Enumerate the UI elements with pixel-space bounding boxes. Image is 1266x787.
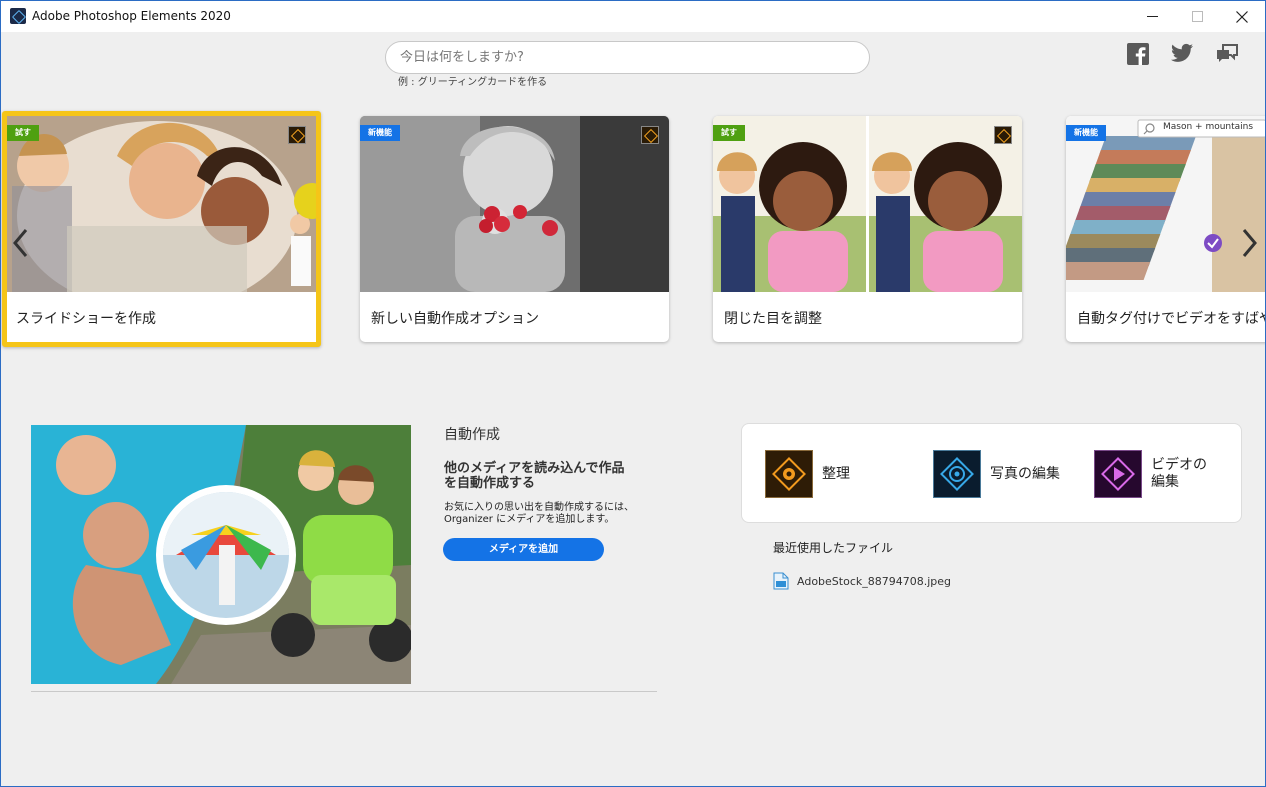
carousel-card-closed-eyes[interactable]: 試す 閉じた目を調整 — [713, 116, 1022, 342]
photo-editor-mini-icon — [641, 126, 659, 144]
card-label: 自動タグ付けでビデオをすばやく検 — [1077, 311, 1265, 327]
tag-search-text: Mason + mountains — [1163, 122, 1254, 132]
recent-file-item[interactable]: AdobeStock_88794708.jpeg — [773, 572, 951, 590]
feedback-icon[interactable] — [1215, 43, 1239, 67]
video-editor-label: ビデオの編集 — [1151, 457, 1207, 490]
section-divider — [31, 691, 657, 692]
title-bar: Adobe Photoshop Elements 2020 — [1, 1, 1265, 32]
maximize-icon — [1191, 11, 1203, 22]
photo-editor-label: 写真の編集 — [990, 465, 1060, 482]
card-thumbnail — [7, 116, 316, 292]
app-launcher-panel: 整理 写真の編集 ビデオの編集 — [741, 423, 1242, 523]
card-badge: 試す — [713, 125, 745, 141]
carousel-card-new-auto-create[interactable]: 新機能 新しい自動作成オプション — [360, 116, 669, 342]
minimize-icon — [1146, 16, 1158, 17]
photo-editor-mini-icon — [288, 126, 306, 144]
chevron-right-icon — [1242, 229, 1257, 257]
card-thumbnail: Mason + mountains — [1066, 116, 1265, 292]
close-button[interactable] — [1219, 1, 1265, 32]
card-label: 閉じた目を調整 — [724, 311, 822, 327]
app-window: Adobe Photoshop Elements 2020 例 : グリーティン… — [0, 0, 1266, 787]
carousel-next-button[interactable] — [1235, 223, 1265, 263]
card-thumbnail — [360, 116, 669, 292]
organizer-label: 整理 — [822, 465, 850, 482]
recent-file-name: AdobeStock_88794708.jpeg — [797, 574, 952, 588]
organizer-launch-button[interactable]: 整理 — [765, 450, 850, 498]
add-media-button[interactable]: メディアを追加 — [443, 538, 604, 561]
carousel-prev-button[interactable] — [5, 223, 35, 263]
video-editor-icon — [1094, 450, 1142, 498]
card-badge: 新機能 — [360, 125, 400, 141]
card-thumbnail — [713, 116, 1022, 292]
close-icon — [1236, 10, 1248, 23]
window-title: Adobe Photoshop Elements 2020 — [32, 9, 231, 23]
organizer-icon — [765, 450, 813, 498]
twitter-icon[interactable] — [1171, 43, 1195, 67]
card-badge: 試す — [7, 125, 39, 141]
photo-editor-mini-icon — [994, 126, 1012, 144]
recent-files-title: 最近使用したファイル — [773, 541, 894, 555]
facebook-icon[interactable] — [1127, 43, 1151, 67]
minimize-button[interactable] — [1129, 1, 1175, 32]
card-label: 新しい自動作成オプション — [371, 311, 539, 327]
search-input[interactable] — [400, 50, 850, 65]
photo-editor-icon — [933, 450, 981, 498]
chevron-left-icon — [13, 229, 28, 257]
maximize-button[interactable] — [1174, 1, 1220, 32]
image-file-icon — [773, 572, 789, 590]
auto-create-preview-image — [31, 425, 411, 684]
carousel-card-slideshow[interactable]: 試す スライドショーを作成 — [2, 111, 321, 347]
auto-create-description: お気に入りの思い出を自動作成するには、Organizer にメディアを追加します… — [444, 502, 634, 525]
video-editor-launch-button[interactable]: ビデオの編集 — [1094, 450, 1211, 498]
auto-create-headline: 他のメディアを読み込んで作品を自動作成する — [444, 461, 625, 491]
photo-editor-launch-button[interactable]: 写真の編集 — [933, 450, 1060, 498]
auto-create-title: 自動作成 — [444, 427, 500, 443]
card-badge: 新機能 — [1066, 125, 1106, 141]
search-bar[interactable] — [385, 41, 870, 74]
card-label: スライドショーを作成 — [16, 311, 156, 327]
photoshop-elements-app-icon — [10, 8, 26, 24]
search-hint: 例 : グリーティングカードを作る — [398, 77, 548, 88]
